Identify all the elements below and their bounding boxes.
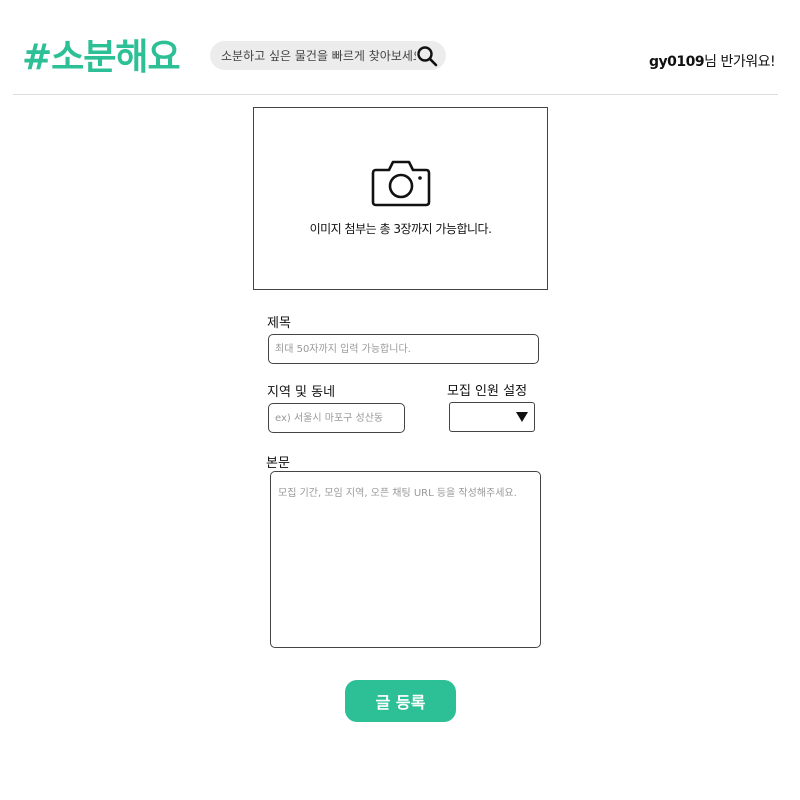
members-select[interactable] bbox=[449, 402, 535, 432]
region-label: 지역 및 동네 bbox=[267, 385, 336, 400]
title-label: 제목 bbox=[267, 316, 291, 331]
search-bar bbox=[210, 41, 446, 70]
submit-button[interactable]: 글 등록 bbox=[345, 680, 456, 722]
title-input[interactable] bbox=[268, 334, 539, 364]
greeting-text: 님 반가워요! bbox=[704, 54, 776, 70]
user-id[interactable]: gy0109 bbox=[649, 54, 705, 70]
upload-hint: 이미지 첨부는 총 3장까지 가능합니다. bbox=[309, 222, 492, 236]
body-label: 본문 bbox=[266, 456, 290, 471]
body-textarea[interactable] bbox=[270, 471, 541, 648]
logo[interactable]: #소분해요 bbox=[22, 28, 181, 80]
user-greeting: gy0109님 반가워요! bbox=[649, 51, 776, 71]
chevron-down-icon bbox=[516, 412, 528, 422]
image-upload-area[interactable]: 이미지 첨부는 총 3장까지 가능합니다. bbox=[253, 107, 548, 290]
header-divider bbox=[13, 94, 778, 95]
camera-icon bbox=[371, 158, 431, 213]
search-input[interactable] bbox=[221, 48, 416, 63]
search-icon[interactable] bbox=[416, 45, 438, 67]
region-input[interactable] bbox=[268, 403, 405, 433]
members-label: 모집 인원 설정 bbox=[447, 384, 528, 399]
